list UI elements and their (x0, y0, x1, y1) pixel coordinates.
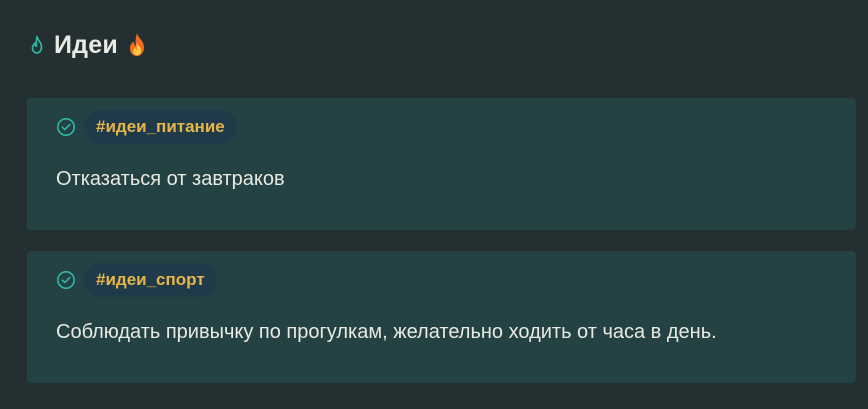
page-title: Идеи (54, 30, 118, 59)
idea-text: Соблюдать привычку по прогулкам, желател… (56, 321, 717, 343)
hashtag-chip[interactable]: #идеи_спорт (84, 263, 217, 297)
fire-emoji-icon (126, 32, 148, 58)
idea-card[interactable]: #идеи_спорт Соблюдать привычку по прогул… (27, 251, 856, 383)
check-circle-icon[interactable] (56, 117, 76, 137)
idea-card[interactable]: #идеи_питание Отказаться от завтраков (27, 98, 856, 230)
hashtag-chip[interactable]: #идеи_питание (84, 110, 237, 144)
page-header: Идеи (28, 30, 148, 60)
idea-text: Отказаться от завтраков (56, 168, 285, 190)
card-tag-row: #идеи_спорт (56, 263, 217, 297)
card-tag-row: #идеи_питание (56, 110, 237, 144)
check-circle-icon[interactable] (56, 270, 76, 290)
flame-outline-icon (28, 34, 46, 56)
